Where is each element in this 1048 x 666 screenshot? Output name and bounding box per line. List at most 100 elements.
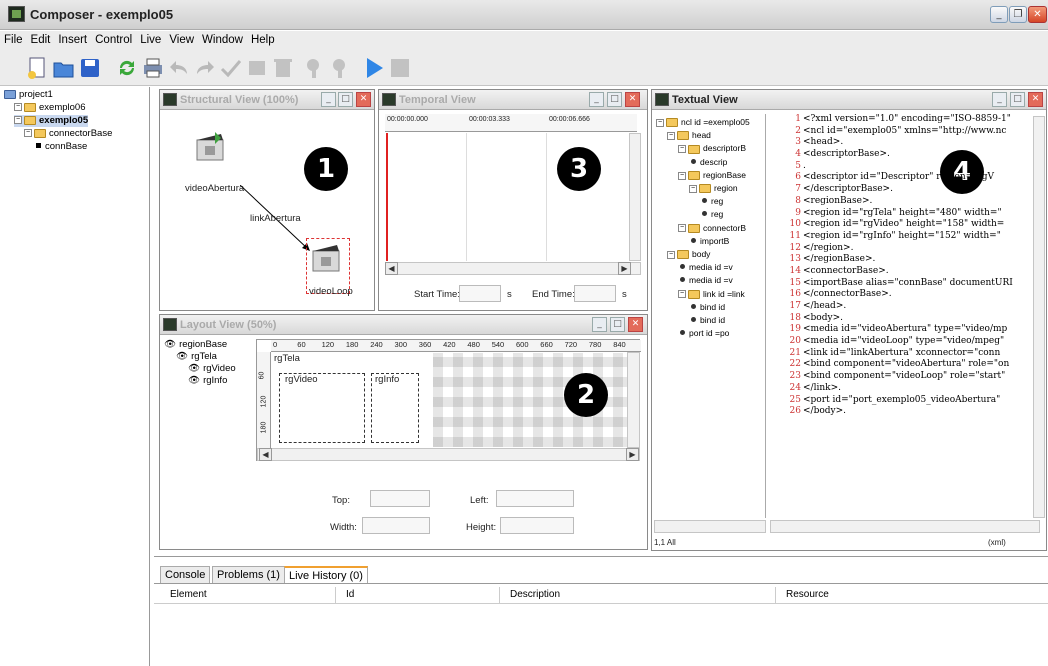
redo-icon[interactable]	[193, 56, 217, 80]
menu-control[interactable]: Control	[91, 31, 136, 49]
end-time-input[interactable]	[574, 285, 616, 302]
temporal-close-button[interactable]: ✕	[625, 92, 640, 107]
open-folder-icon[interactable]	[52, 56, 76, 80]
code-line[interactable]: 10 <region id="rgVideo" height="158" widt…	[789, 219, 1039, 231]
outline-item[interactable]: − link id =link	[678, 288, 745, 300]
expand-icon[interactable]: −	[656, 118, 664, 127]
code-line[interactable]: 20 <media id="videoLoop" type="video/mpeg…	[789, 336, 1039, 348]
menu-edit[interactable]: Edit	[27, 31, 55, 49]
code-line[interactable]: 7 </descriptorBase>.	[789, 184, 1039, 196]
expand-icon[interactable]: −	[678, 171, 686, 180]
structural-maximize-button[interactable]: □	[338, 92, 353, 107]
temporal-vscroll[interactable]	[629, 133, 641, 261]
outline-item[interactable]: − regionBase	[678, 169, 746, 181]
zoom-in-icon[interactable]	[329, 56, 353, 80]
layout-scroll-left[interactable]: ◀	[259, 448, 272, 461]
tab-problems[interactable]: Problems (1)	[212, 566, 285, 583]
refresh-icon[interactable]	[115, 56, 139, 80]
code-line[interactable]: 11 <region id="rgInfo" height="152" width…	[789, 231, 1039, 243]
code-line[interactable]: 21 <link id="linkAbertura" xconnector="co…	[789, 348, 1039, 360]
code-line[interactable]: 19 <media id="videoAbertura" type="video/…	[789, 324, 1039, 336]
code-line[interactable]: 16 </connectorBase>.	[789, 289, 1039, 301]
outline-item[interactable]: − head	[667, 129, 711, 141]
playhead[interactable]	[386, 133, 388, 261]
layout-hscroll[interactable]	[257, 448, 640, 461]
left-input[interactable]	[496, 490, 574, 507]
code-line[interactable]: 13 </regionBase>.	[789, 254, 1039, 266]
outline-item[interactable]: − descriptorB	[678, 142, 746, 154]
outline-item[interactable]: port id =po	[678, 327, 729, 339]
maximize-button[interactable]: ❐	[1009, 6, 1027, 23]
scroll-right-arrow[interactable]: ▶	[618, 262, 631, 275]
stop-icon[interactable]	[388, 56, 412, 80]
project-tree-item[interactable]: − connectorBase	[24, 128, 112, 140]
code-line[interactable]: 23 <bind component="videoLoop" role="star…	[789, 371, 1039, 383]
code-line[interactable]: 6 <descriptor id="Descriptor" region="rgV	[789, 172, 1039, 184]
region-tree-item[interactable]: 👁 regionBase	[164, 339, 227, 351]
expand-icon[interactable]: −	[678, 290, 686, 299]
zoom-out-icon[interactable]	[303, 56, 327, 80]
check-icon[interactable]	[219, 56, 243, 80]
code-line[interactable]: 15 <importBase alias="connBase" documentU…	[789, 278, 1039, 290]
layout-maximize-button[interactable]: □	[610, 317, 625, 332]
temporal-minimize-button[interactable]: _	[589, 92, 604, 107]
menu-live[interactable]: Live	[136, 31, 165, 49]
code-line[interactable]: 18 <body>.	[789, 313, 1039, 325]
code-line[interactable]: 2 <ncl id="exemplo05" xmlns="http://www.n…	[789, 126, 1039, 138]
code-line[interactable]: 17 </head>.	[789, 301, 1039, 313]
eye-icon[interactable]: 👁	[164, 339, 176, 351]
column-id[interactable]: Id	[336, 587, 500, 603]
outline-item[interactable]: − region	[689, 182, 738, 194]
layout-vscroll[interactable]	[627, 352, 640, 448]
menu-insert[interactable]: Insert	[54, 31, 91, 49]
expand-icon[interactable]: −	[667, 131, 675, 140]
code-line[interactable]: 9 <region id="rgTela" height="480" width=…	[789, 208, 1039, 220]
expand-icon[interactable]: −	[678, 224, 686, 233]
minimize-button[interactable]: _	[990, 6, 1008, 23]
eye-icon[interactable]: 👁	[176, 351, 188, 363]
code-line[interactable]: 12 </region>.	[789, 243, 1039, 255]
outline-item[interactable]: bind id	[689, 314, 725, 326]
expand-icon[interactable]: −	[689, 184, 697, 193]
width-input[interactable]	[362, 517, 430, 534]
save-icon[interactable]	[78, 56, 102, 80]
expand-icon[interactable]: −	[678, 145, 686, 154]
textual-close-button[interactable]: ✕	[1028, 92, 1043, 107]
outline-item[interactable]: − connectorB	[678, 222, 746, 234]
tab-live-history[interactable]: Live History (0)	[284, 566, 368, 583]
temporal-maximize-button[interactable]: □	[607, 92, 622, 107]
code-line[interactable]: 14 <connectorBase>.	[789, 266, 1039, 278]
outline-item[interactable]: reg	[700, 195, 723, 207]
tab-console[interactable]: Console	[160, 566, 211, 583]
layout-close-button[interactable]: ✕	[628, 317, 643, 332]
project-tree-item[interactable]: − exemplo06	[14, 102, 85, 114]
code-line[interactable]: 22 <bind component="videoAbertura" role="…	[789, 359, 1039, 371]
project-tree-item[interactable]: connBase	[34, 141, 87, 153]
height-input[interactable]	[500, 517, 574, 534]
outline-item[interactable]: media id =v	[678, 261, 733, 273]
textual-minimize-button[interactable]: _	[992, 92, 1007, 107]
outline-item[interactable]: bind id	[689, 301, 725, 313]
textual-maximize-button[interactable]: □	[1010, 92, 1025, 107]
code-editor[interactable]: 1 <?xml version="1.0" encoding="ISO-8859-…	[789, 114, 1039, 418]
outline-hscroll[interactable]	[654, 520, 766, 533]
outline-item[interactable]: reg	[700, 208, 723, 220]
menu-view[interactable]: View	[165, 31, 198, 49]
code-line[interactable]: 25 <port id="port_exemplo05_videoAbertura…	[789, 395, 1039, 407]
region-tree-item[interactable]: 👁 rgInfo	[188, 375, 227, 387]
outline-item[interactable]: − body	[667, 248, 710, 260]
menu-file[interactable]: File	[0, 31, 27, 49]
outline-item[interactable]: descrip	[689, 156, 727, 168]
top-input[interactable]	[370, 490, 430, 507]
layout-minimize-button[interactable]: _	[592, 317, 607, 332]
play-icon[interactable]	[362, 56, 386, 80]
structural-minimize-button[interactable]: _	[321, 92, 336, 107]
menu-help[interactable]: Help	[247, 31, 279, 49]
outline-item[interactable]: media id =v	[678, 274, 733, 286]
print-icon[interactable]	[141, 56, 165, 80]
column-resource[interactable]: Resource	[776, 587, 1036, 603]
code-line[interactable]: 26 </body>.	[789, 406, 1039, 418]
scroll-left-arrow[interactable]: ◀	[385, 262, 398, 275]
code-line[interactable]: 4 <descriptorBase>.	[789, 149, 1039, 161]
expand-icon[interactable]: −	[14, 116, 22, 125]
